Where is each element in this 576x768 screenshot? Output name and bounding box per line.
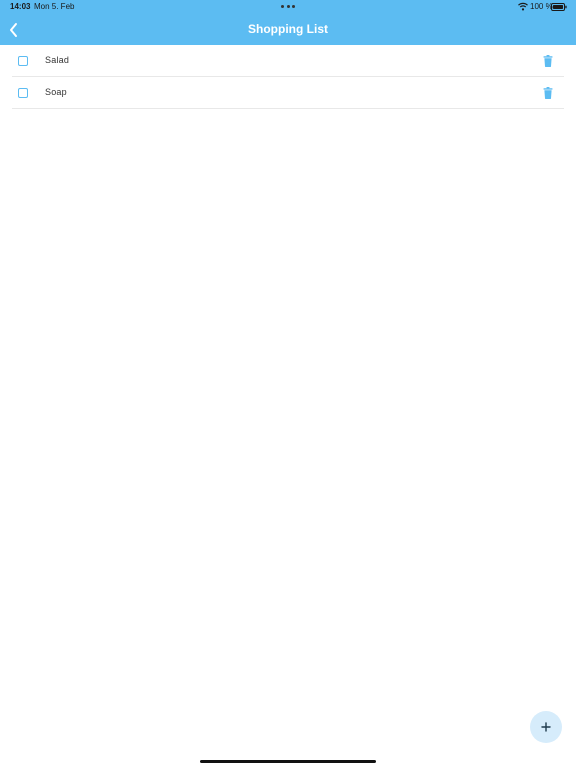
multitasking-dots-icon[interactable] (281, 5, 295, 8)
list-item: Soap (0, 77, 576, 109)
item-label: Soap (45, 87, 67, 97)
battery-percentage: 100 % (530, 2, 553, 11)
battery-icon (551, 3, 567, 11)
page-title: Shopping List (248, 22, 328, 36)
status-date: Mon 5. Feb (34, 2, 75, 11)
plus-icon (541, 722, 551, 732)
add-item-button[interactable] (530, 711, 562, 743)
trash-icon[interactable] (543, 87, 553, 99)
trash-icon[interactable] (543, 55, 553, 67)
shopping-list: Salad Soap (0, 45, 576, 109)
status-time: 14:03 (10, 2, 31, 11)
home-indicator (200, 760, 376, 763)
item-checkbox[interactable] (18, 88, 28, 98)
status-bar: 14:03 Mon 5. Feb 100 % (0, 0, 576, 14)
wifi-icon (518, 2, 528, 11)
item-checkbox[interactable] (18, 56, 28, 66)
navigation-header: 14:03 Mon 5. Feb 100 % Shopping List (0, 0, 576, 45)
item-label: Salad (45, 55, 70, 65)
list-item: Salad (0, 45, 576, 77)
